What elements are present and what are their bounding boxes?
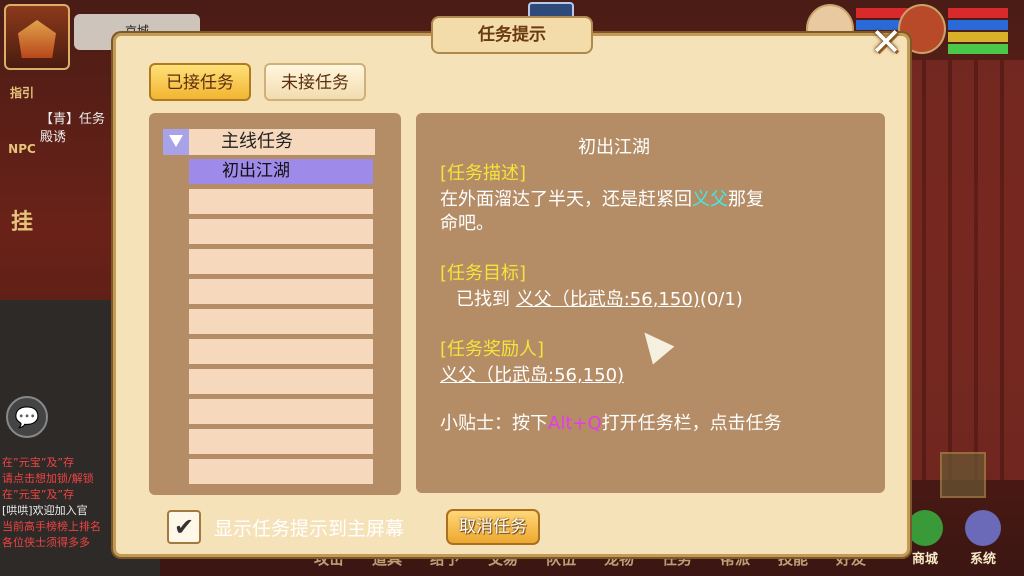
desc-text: 那复	[728, 189, 764, 210]
empty-quest-slot	[189, 309, 373, 334]
mall-icon	[907, 510, 943, 546]
quest-title: 初出江湖	[578, 137, 650, 158]
quest-detail: 初出江湖 [任务描述] 在外面溜达了半天，还是赶紧回义父那复 命吧。 [任务目标…	[416, 113, 885, 493]
show-on-screen-label: 显示任务提示到主屏幕	[214, 518, 405, 540]
npc-icon[interactable]: NPC	[4, 142, 40, 178]
tip-text: 小贴士：按下	[440, 413, 548, 434]
desc-text: 在外面溜达了半天，还是赶紧回	[440, 189, 692, 210]
tab-unaccepted[interactable]: 未接任务	[264, 63, 366, 101]
chat-line: [哄哄]欢迎加入官	[2, 504, 88, 517]
goal-location-link[interactable]: 义父（比武岛:56,150)	[516, 289, 700, 310]
show-on-screen-checkbox[interactable]: ✔	[167, 510, 201, 544]
goal-progress: (0/1)	[699, 289, 743, 310]
chat-icon[interactable]: 💬	[6, 396, 48, 438]
quest-category[interactable]: 主线任务	[163, 129, 375, 155]
tip-line: 小贴士：按下Alt+Q打开任务栏，点击任务	[440, 409, 782, 435]
empty-quest-slot	[189, 399, 373, 424]
tip-text: 打开任务栏，点击任务	[601, 413, 782, 434]
empty-quest-slot	[189, 249, 373, 274]
chat-log: 在”元宝”及”存 请点击想加锁/解锁 在”元宝”及”存 [哄哄]欢迎加入官 当前…	[2, 455, 118, 551]
hang-icon[interactable]: 挂	[4, 204, 40, 240]
category-label: 主线任务	[221, 131, 293, 152]
guide-icon[interactable]: 指引	[4, 84, 40, 120]
reward-npc-link[interactable]: 义父（比武岛:56,150)	[440, 361, 624, 387]
chat-line: 在”元宝”及”存	[2, 488, 75, 501]
system-button[interactable]: 系统	[958, 510, 1008, 570]
side-task-line[interactable]: 【青】任务	[40, 108, 105, 127]
location-portrait-icon[interactable]	[4, 4, 70, 70]
empty-quest-slot	[189, 459, 373, 484]
gear-icon	[965, 510, 1001, 546]
chat-line: 请点击想加锁/解锁	[2, 472, 94, 485]
collapse-triangle-icon[interactable]	[163, 129, 189, 155]
chat-line: 当前高手榜榜上排名	[2, 520, 101, 533]
goal-text: 已找到	[456, 289, 510, 310]
empty-quest-slot	[189, 429, 373, 454]
quest-item[interactable]: 初出江湖	[189, 159, 373, 184]
exp-bar	[948, 32, 1008, 42]
goal-line: 已找到 义父（比武岛:56,150)(0/1)	[456, 285, 743, 311]
empty-quest-slot	[189, 189, 373, 214]
reward-header: [任务奖励人]	[440, 339, 545, 360]
skill-slot[interactable]	[940, 452, 986, 498]
quest-list: 主线任务 初出江湖	[149, 113, 401, 495]
npc-link[interactable]: 义父	[692, 189, 728, 210]
chat-line: 在”元宝”及”存	[2, 456, 75, 469]
tab-accepted[interactable]: 已接任务	[149, 63, 251, 101]
close-button[interactable]: ✕	[864, 22, 908, 66]
empty-quest-slot	[189, 369, 373, 394]
empty-quest-slot	[189, 219, 373, 244]
quest-dialog: 任务提示 ✕ 已接任务 未接任务 主线任务 初出江湖 初出江湖 [任务描述] 在…	[113, 16, 910, 557]
npc-label: NPC	[8, 142, 36, 156]
goal-header: [任务目标]	[440, 263, 527, 284]
tip-hotkey: Alt+Q	[548, 413, 602, 434]
quest-item-label: 初出江湖	[222, 161, 290, 181]
player-status[interactable]	[898, 4, 1008, 54]
empty-quest-slot	[189, 279, 373, 304]
empty-quest-slot	[189, 339, 373, 364]
side-task-line[interactable]: 殿诱	[40, 126, 66, 145]
desc-line-2: 命吧。	[440, 213, 494, 234]
chat-line: 各位侠士须得多多	[2, 536, 90, 549]
mp-bar	[948, 20, 1008, 30]
system-label: 系统	[969, 552, 996, 567]
cancel-quest-button[interactable]: 取消任务	[446, 509, 540, 545]
dialog-title: 任务提示	[431, 16, 593, 54]
desc-header: [任务描述]	[440, 163, 527, 184]
hang-label: 挂	[10, 210, 33, 235]
guide-label: 指引	[9, 86, 34, 100]
desc-line-1: 在外面溜达了半天，还是赶紧回义父那复	[440, 185, 764, 211]
anger-bar	[948, 44, 1008, 54]
mall-label: 商城	[911, 552, 938, 567]
hp-bar	[948, 8, 1008, 18]
